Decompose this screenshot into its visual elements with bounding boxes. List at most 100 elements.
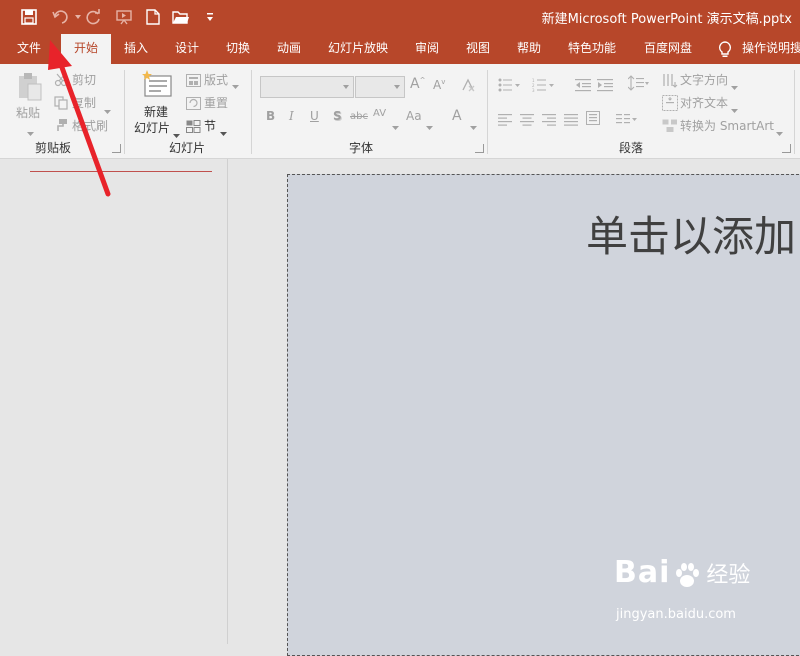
section-icon[interactable] bbox=[186, 118, 201, 137]
character-spacing-button[interactable]: AV bbox=[373, 108, 386, 119]
reset-icon[interactable] bbox=[186, 95, 201, 114]
redo-icon[interactable] bbox=[83, 6, 105, 28]
tab-baidu-netdisk[interactable]: 百度网盘 bbox=[637, 34, 699, 64]
smartart-label[interactable]: 转换为 SmartArt bbox=[680, 117, 774, 134]
bullets-icon[interactable] bbox=[498, 77, 520, 96]
cut-label[interactable]: 剪切 bbox=[72, 71, 96, 88]
new-icon[interactable] bbox=[142, 6, 164, 28]
tab-file[interactable]: 文件 bbox=[8, 34, 50, 64]
section-dropdown-icon[interactable] bbox=[220, 122, 227, 141]
tab-insert[interactable]: 插入 bbox=[116, 34, 156, 64]
justify-icon[interactable] bbox=[564, 111, 578, 130]
layout-dropdown-icon[interactable] bbox=[232, 75, 239, 94]
align-right-icon[interactable] bbox=[542, 111, 556, 130]
save-icon[interactable] bbox=[18, 6, 40, 28]
columns-icon[interactable] bbox=[616, 111, 638, 130]
tab-view[interactable]: 视图 bbox=[458, 34, 498, 64]
lightbulb-icon bbox=[718, 41, 732, 63]
copy-label[interactable]: 复制 bbox=[72, 94, 96, 111]
tab-animations[interactable]: 动画 bbox=[269, 34, 309, 64]
group-label-clipboard: 剪贴板 bbox=[35, 141, 72, 155]
separator bbox=[794, 70, 795, 154]
text-direction-label[interactable]: 文字方向 bbox=[680, 71, 728, 88]
reset-label[interactable]: 重置 bbox=[204, 94, 228, 111]
font-size-dropdown-icon[interactable] bbox=[394, 85, 400, 89]
svg-text:3: 3 bbox=[532, 88, 535, 92]
smartart-dropdown-icon[interactable] bbox=[776, 122, 783, 141]
new-slide-label-line2[interactable]: 幻灯片 bbox=[134, 119, 170, 136]
watermark-product: 经验 bbox=[706, 563, 751, 588]
increase-font-icon[interactable]: A^ bbox=[410, 76, 425, 92]
title-bar: 新建Microsoft PowerPoint 演示文稿.pptx bbox=[0, 0, 800, 34]
new-slide-icon[interactable] bbox=[142, 70, 172, 102]
font-color-dropdown-icon[interactable] bbox=[470, 116, 477, 135]
decrease-indent-icon[interactable] bbox=[575, 77, 591, 96]
paste-label[interactable]: 粘贴 bbox=[16, 104, 40, 121]
title-placeholder[interactable]: 单击以添加 bbox=[586, 203, 796, 264]
italic-button[interactable]: I bbox=[289, 109, 294, 123]
distributed-icon[interactable] bbox=[586, 110, 600, 129]
font-color-button[interactable]: A bbox=[452, 108, 462, 124]
paste-dropdown-icon[interactable] bbox=[27, 122, 34, 141]
document-title: 新建Microsoft PowerPoint 演示文稿.pptx bbox=[541, 12, 792, 27]
tab-help[interactable]: 帮助 bbox=[509, 34, 549, 64]
decrease-font-icon[interactable]: Av bbox=[433, 78, 445, 92]
slide-thumbnails-pane[interactable] bbox=[0, 159, 228, 644]
tab-slideshow[interactable]: 幻灯片放映 bbox=[322, 34, 394, 64]
group-label-font: 字体 bbox=[349, 141, 374, 155]
paste-icon[interactable] bbox=[17, 72, 43, 106]
separator bbox=[487, 70, 488, 154]
align-text-icon[interactable] bbox=[662, 95, 678, 115]
font-size-combo[interactable] bbox=[355, 76, 405, 98]
separator bbox=[124, 70, 125, 154]
font-launcher-icon[interactable] bbox=[475, 144, 484, 153]
tell-me-search[interactable]: 操作说明搜 bbox=[742, 34, 800, 64]
smartart-icon[interactable] bbox=[662, 118, 678, 137]
new-slide-label[interactable]: 新建 bbox=[144, 103, 168, 120]
tab-home[interactable]: 开始 bbox=[61, 34, 111, 64]
customize-icon[interactable] bbox=[199, 6, 221, 28]
tab-design[interactable]: 设计 bbox=[167, 34, 207, 64]
tab-review[interactable]: 审阅 bbox=[407, 34, 447, 64]
character-spacing-dropdown-icon[interactable] bbox=[392, 116, 399, 135]
paw-icon bbox=[672, 561, 702, 595]
clipboard-launcher-icon[interactable] bbox=[112, 144, 121, 153]
open-icon[interactable] bbox=[170, 6, 192, 28]
numbering-icon[interactable]: 123 bbox=[532, 77, 554, 96]
format-painter-label[interactable]: 格式刷 bbox=[72, 117, 108, 134]
start-from-beginning-icon[interactable] bbox=[113, 6, 135, 28]
ribbon-tabs: 文件 开始 插入 设计 切换 动画 幻灯片放映 审阅 视图 帮助 特色功能 百度… bbox=[0, 34, 800, 64]
format-painter-icon[interactable] bbox=[54, 117, 68, 136]
align-center-icon[interactable] bbox=[520, 111, 534, 130]
change-case-button[interactable]: Aa bbox=[406, 109, 422, 123]
bold-button[interactable]: B bbox=[266, 109, 275, 123]
font-name-dropdown-icon[interactable] bbox=[343, 85, 349, 89]
tab-transitions[interactable]: 切换 bbox=[218, 34, 258, 64]
align-left-icon[interactable] bbox=[498, 111, 512, 130]
clear-formatting-icon[interactable] bbox=[460, 77, 476, 97]
insertion-marker bbox=[30, 171, 212, 172]
strikethrough-button[interactable]: abc bbox=[350, 111, 368, 122]
group-label-slides: 幻灯片 bbox=[169, 141, 206, 155]
cut-icon[interactable] bbox=[54, 72, 68, 91]
section-label[interactable]: 节 bbox=[204, 117, 216, 134]
tab-special-features[interactable]: 特色功能 bbox=[561, 34, 623, 64]
text-direction-dropdown-icon[interactable] bbox=[731, 76, 738, 95]
ribbon: 粘贴 剪切 复制 格式刷 剪贴板 新建 幻灯片 版式 重置 节 幻灯片 A^ A… bbox=[0, 64, 800, 159]
align-text-dropdown-icon[interactable] bbox=[731, 99, 738, 118]
paragraph-launcher-icon[interactable] bbox=[782, 144, 791, 153]
align-text-label[interactable]: 对齐文本 bbox=[680, 94, 728, 111]
underline-button[interactable]: U bbox=[310, 109, 319, 123]
group-label-paragraph: 段落 bbox=[619, 141, 644, 155]
watermark-brand: Bai bbox=[614, 555, 671, 590]
text-direction-icon[interactable] bbox=[662, 72, 678, 92]
layout-label[interactable]: 版式 bbox=[204, 71, 228, 88]
copy-icon[interactable] bbox=[54, 95, 68, 114]
increase-indent-icon[interactable] bbox=[597, 77, 613, 96]
layout-icon[interactable] bbox=[186, 72, 201, 91]
change-case-dropdown-icon[interactable] bbox=[426, 116, 433, 135]
font-name-combo[interactable] bbox=[260, 76, 354, 98]
text-shadow-button[interactable]: S bbox=[333, 109, 342, 123]
baidu-watermark: Bai du经验 jingyan.baidu.com bbox=[614, 555, 751, 622]
line-spacing-icon[interactable] bbox=[627, 75, 650, 95]
